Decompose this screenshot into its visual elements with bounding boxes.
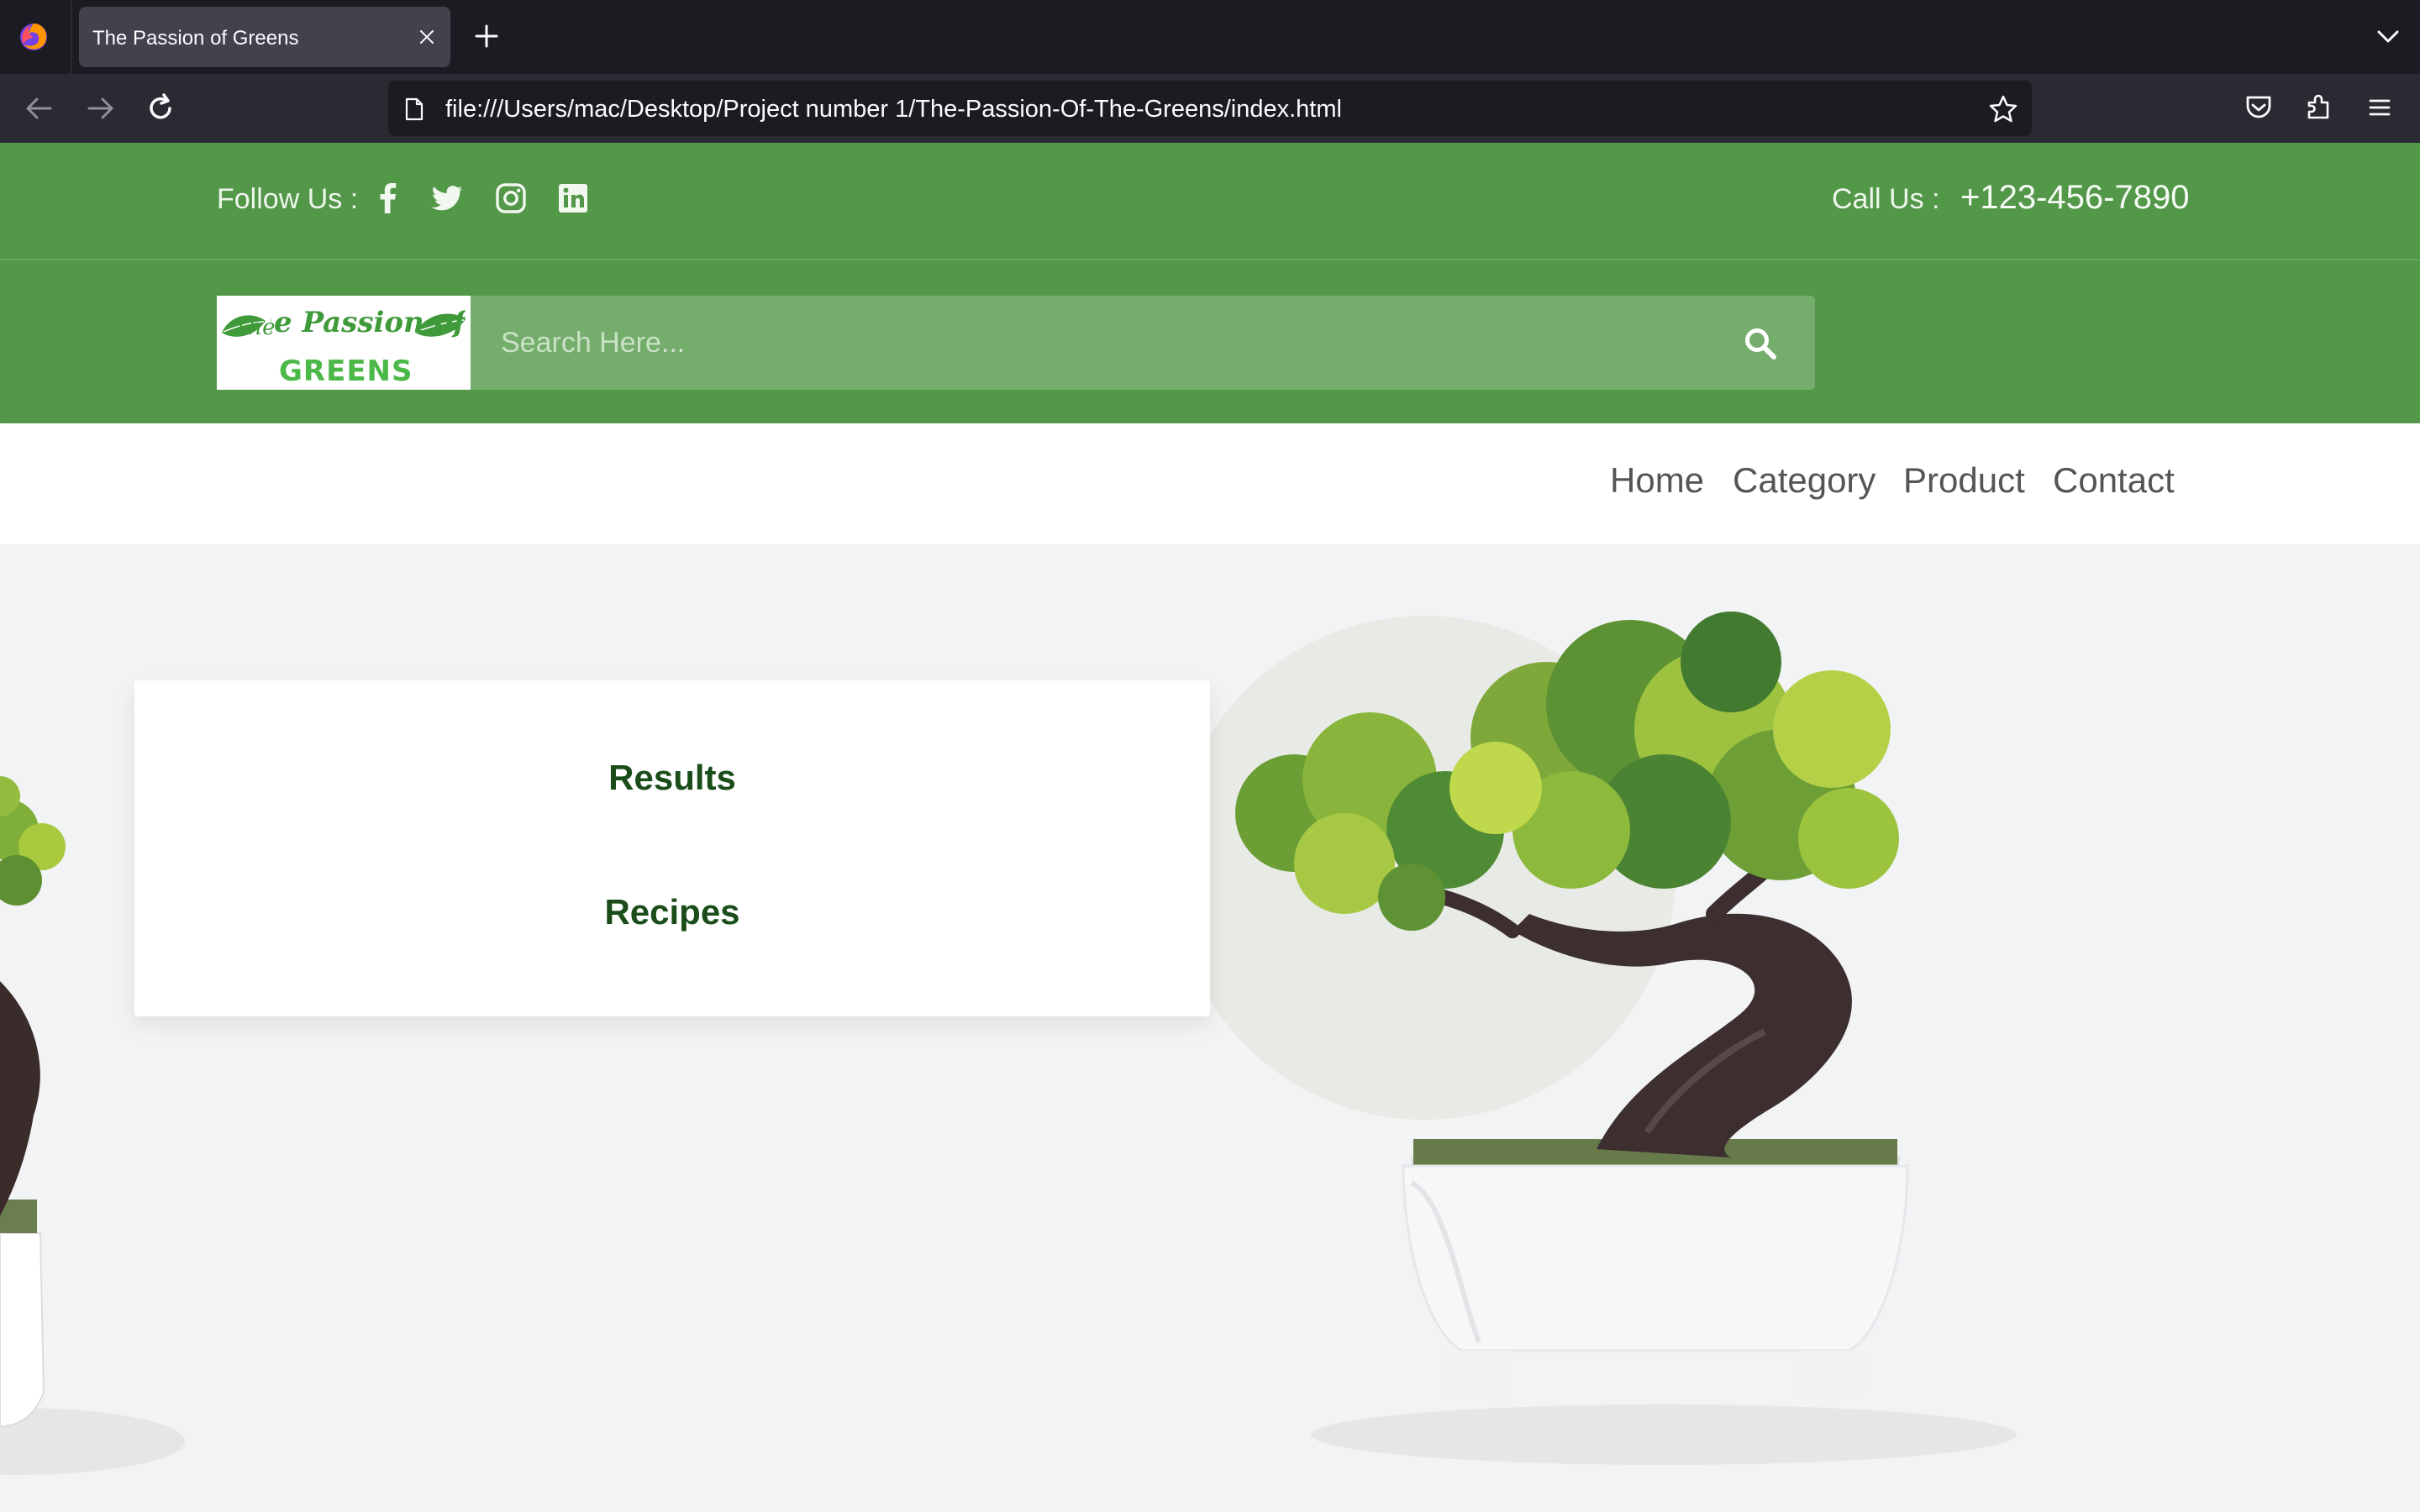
forward-arrow-icon[interactable] bbox=[82, 91, 118, 126]
nav-home[interactable]: Home bbox=[1610, 460, 1704, 501]
search-input[interactable] bbox=[501, 296, 1677, 390]
close-icon[interactable] bbox=[417, 27, 437, 47]
firefox-icon[interactable] bbox=[18, 22, 49, 52]
recipes-link[interactable]: Recipes bbox=[134, 892, 1210, 932]
instagram-icon[interactable] bbox=[492, 180, 529, 217]
twitter-icon[interactable] bbox=[429, 180, 466, 217]
call-us-label: Call Us : bbox=[1832, 183, 1940, 215]
site-logo[interactable]: The The Passion of GREENS bbox=[217, 296, 471, 390]
logo-text-bottom: GREENS bbox=[279, 354, 413, 388]
browser-tab[interactable]: The Passion of Greens bbox=[79, 7, 450, 67]
links-card: Results Recipes bbox=[134, 680, 1210, 1016]
new-tab-plus-icon[interactable] bbox=[472, 22, 501, 50]
linkedin-icon[interactable] bbox=[555, 180, 592, 217]
nav-contact[interactable]: Contact bbox=[2053, 460, 2175, 501]
back-arrow-icon[interactable] bbox=[22, 91, 57, 126]
extensions-puzzle-icon[interactable] bbox=[2302, 91, 2336, 124]
url-text[interactable]: file:///Users/mac/Desktop/Project number… bbox=[445, 96, 1342, 123]
address-bar[interactable]: file:///Users/mac/Desktop/Project number… bbox=[388, 81, 2032, 136]
search-bar bbox=[471, 296, 1815, 390]
tab-separator bbox=[71, 0, 72, 74]
nav-category[interactable]: Category bbox=[1733, 460, 1876, 501]
main-navigation: Home Category Product Contact bbox=[0, 423, 2420, 544]
chevron-down-icon[interactable] bbox=[2376, 27, 2400, 45]
browser-toolbar: file:///Users/mac/Desktop/Project number… bbox=[0, 74, 2420, 143]
results-link[interactable]: Results bbox=[134, 758, 1210, 798]
bookmark-star-icon[interactable] bbox=[1988, 94, 2018, 124]
phone-number[interactable]: +123-456-7890 bbox=[1960, 179, 2189, 217]
tab-title: The Passion of Greens bbox=[92, 27, 299, 50]
browser-tab-strip: The Passion of Greens bbox=[0, 0, 2420, 74]
nav-product[interactable]: Product bbox=[1903, 460, 2025, 501]
top-info-bar: Follow Us : Call Us : +123-456-7890 bbox=[0, 143, 2420, 260]
logo-the-text: The bbox=[234, 315, 275, 340]
follow-us-label: Follow Us : bbox=[217, 183, 359, 215]
reload-icon[interactable] bbox=[143, 91, 178, 126]
bonsai-image bbox=[1235, 612, 2017, 1465]
hero-section: Results Recipes bbox=[0, 544, 2420, 1512]
search-icon[interactable] bbox=[1743, 326, 1778, 361]
facebook-icon[interactable] bbox=[370, 180, 407, 217]
hamburger-menu-icon[interactable] bbox=[2363, 91, 2396, 124]
brand-search-bar: The The Passion of GREENS bbox=[0, 260, 2420, 423]
page-icon bbox=[405, 97, 424, 121]
pocket-icon[interactable] bbox=[2242, 91, 2275, 124]
